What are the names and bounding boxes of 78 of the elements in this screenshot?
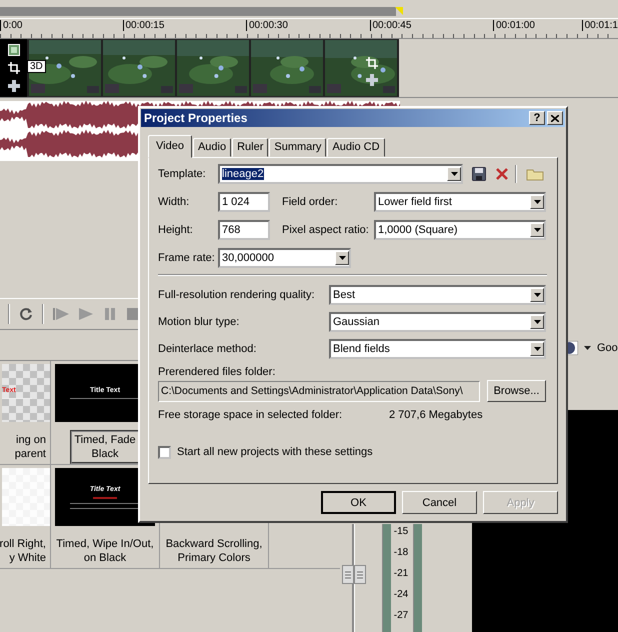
close-button[interactable] [547, 111, 563, 125]
caret-icon[interactable] [534, 200, 540, 204]
caret-icon[interactable] [534, 228, 540, 232]
ruler-time-label: 00:01:1 [582, 20, 618, 31]
preview-text-line [70, 502, 140, 504]
folder-path-field[interactable]: C:\Documents and Settings\Administrator\Application Data\Sony\ [158, 380, 480, 402]
tab[interactable]: Video [148, 135, 192, 158]
film-icon[interactable] [8, 44, 20, 56]
option-dropdown[interactable]: Best [329, 285, 546, 305]
fader-handle[interactable] [342, 565, 366, 584]
preset-thumbnail[interactable] [2, 468, 50, 526]
ruler-time-label: 00:00:30 [246, 20, 288, 31]
loop-icon[interactable] [19, 307, 33, 321]
caret-icon[interactable] [534, 347, 540, 351]
tab[interactable]: Audio CD [327, 138, 385, 157]
frame-rate-combo[interactable]: 30,000000 [218, 248, 351, 268]
browse-button[interactable]: Browse... [487, 380, 546, 402]
save-icon[interactable] [472, 167, 486, 181]
free-space-value: 2 707,6 Megabytes [389, 409, 483, 421]
checkbox-label: Start all new projects with these settings [177, 446, 373, 458]
field-label: Template: [158, 168, 207, 180]
crop-icon[interactable] [8, 62, 20, 74]
meter-scale-label: -21 [394, 567, 408, 581]
field-label: Full-resolution rendering quality: [158, 289, 316, 301]
field-label: Prerendered files folder: [158, 366, 276, 378]
meter-scale-label: -15 [394, 525, 408, 539]
ruler-time-label: 00:00:45 [370, 20, 412, 31]
caret-icon[interactable] [584, 346, 591, 350]
meter-scale-label: -18 [394, 546, 408, 560]
preview-subtitle-line [93, 496, 117, 498]
close-icon[interactable] [551, 114, 559, 122]
play-from-start-icon[interactable] [53, 307, 69, 321]
preset-caption[interactable]: Timed, Wipe In/Out, on Black [52, 534, 158, 568]
pan-icon[interactable] [8, 80, 20, 92]
field-label: Width: [158, 196, 190, 208]
clip-label: 3D [27, 60, 46, 73]
free-space-label: Free storage space in selected folder: [158, 409, 344, 421]
meter-scale-label: -24 [394, 588, 408, 602]
dialog-button[interactable]: OK [321, 491, 396, 514]
preset-caption[interactable]: Backward Scrolling, Primary Colors [162, 534, 266, 568]
field-label: Height: [158, 224, 194, 236]
field-label: Field order: [282, 196, 339, 208]
field-order-dropdown[interactable]: Lower field first [374, 192, 546, 212]
checkbox[interactable] [158, 446, 171, 458]
stop-icon[interactable] [126, 307, 140, 321]
preview-text-line [2, 398, 32, 399]
ruler-time-label: 00:01:00 [493, 20, 535, 31]
help-button[interactable]: ? [529, 111, 545, 125]
field-label: Pixel aspect ratio: [282, 224, 370, 236]
crop-icon[interactable] [366, 57, 378, 69]
meter-scale-label: -27 [394, 609, 408, 623]
quality-label[interactable]: Goo [597, 342, 618, 354]
caret-icon[interactable] [450, 172, 458, 176]
marker-icon[interactable] [395, 7, 403, 15]
field-label: Frame rate: [158, 252, 216, 264]
template-combo[interactable]: lineage2 [218, 164, 463, 184]
tab[interactable]: Audio [192, 138, 232, 157]
text-input[interactable]: 768 [218, 220, 270, 240]
caret-icon[interactable] [338, 256, 346, 260]
pixel-aspect-dropdown[interactable]: 1,0000 (Square) [374, 220, 546, 240]
option-dropdown[interactable]: Gaussian [329, 312, 546, 332]
text-input[interactable]: 1 024 [218, 192, 270, 212]
tab[interactable]: Summary [269, 138, 326, 157]
window-title: Project Properties [144, 111, 248, 125]
dialog-button[interactable]: Cancel [402, 491, 477, 514]
delete-icon[interactable] [495, 167, 509, 181]
field-label: Deinterlace method: [158, 343, 258, 355]
preset-caption[interactable]: ing on parent [10, 430, 50, 464]
tab[interactable]: Ruler [232, 138, 268, 157]
pan-icon[interactable] [366, 74, 378, 86]
field-label: Motion blur type: [158, 316, 240, 328]
preset-caption[interactable]: roll Right, y White [0, 534, 50, 568]
preview-text-line [70, 398, 140, 399]
option-dropdown[interactable]: Blend fields [329, 339, 546, 359]
ruler-time-label: 00:00:15 [122, 20, 164, 31]
ruler-time-label: 0:00 [0, 20, 22, 31]
caret-icon[interactable] [534, 320, 540, 324]
caret-icon[interactable] [534, 293, 540, 297]
